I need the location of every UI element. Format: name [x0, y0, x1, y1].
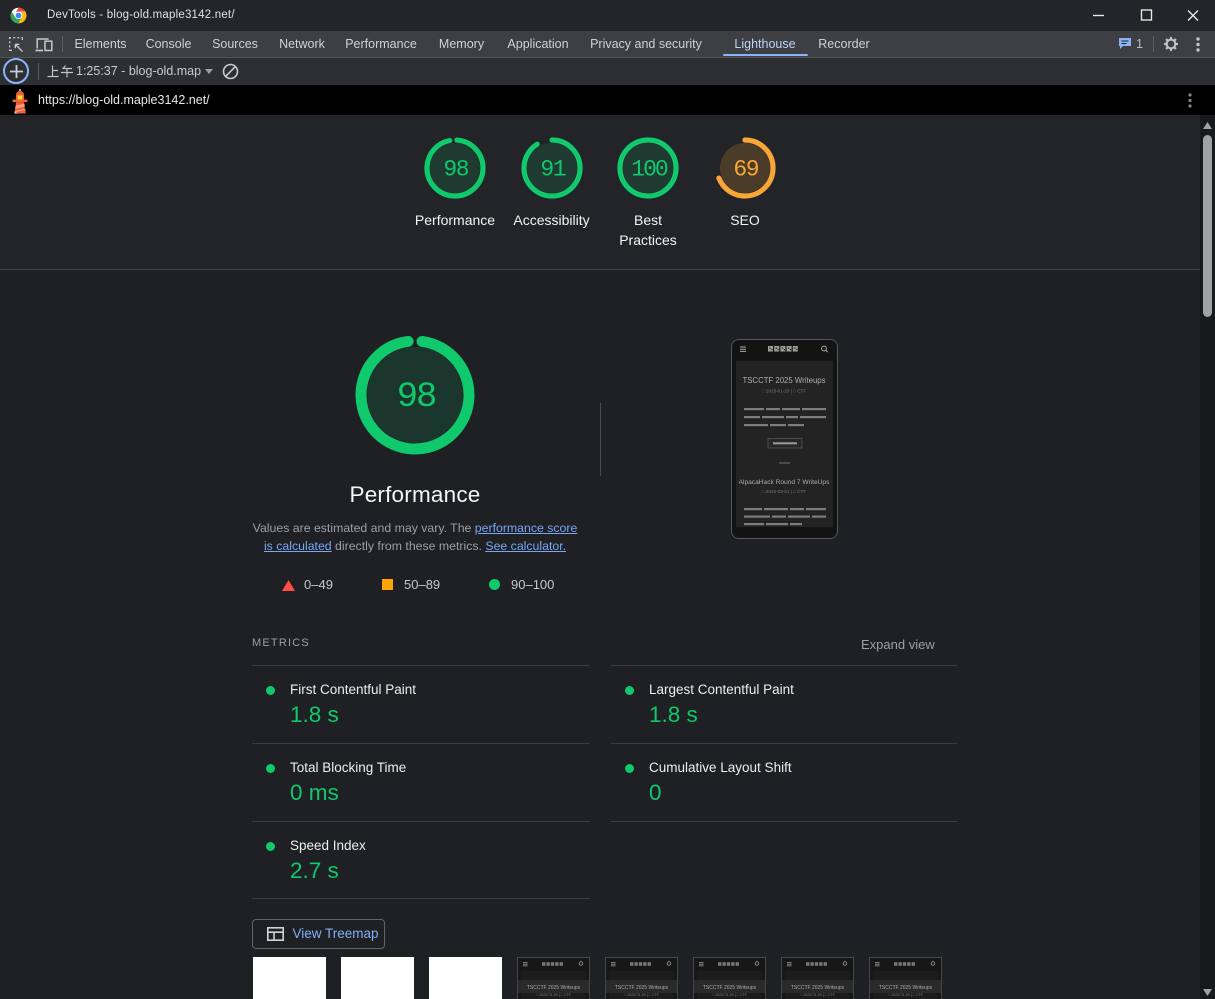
svg-text:□ 2025-01-20 | □ CTF: □ 2025-01-20 | □ CTF: [762, 389, 806, 394]
svg-text:TSCCTF 2025 Writeups: TSCCTF 2025 Writeups: [703, 985, 757, 991]
svg-text:100: 100: [631, 156, 668, 182]
svg-text:98: 98: [397, 376, 436, 417]
svg-text:□ 2025-02-01 | □ CTF: □ 2025-02-01 | □ CTF: [762, 489, 806, 494]
svg-text:TSCCTF 2025 Writeups: TSCCTF 2025 Writeups: [742, 376, 825, 385]
svg-text:TSCCTF 2025 Writeups: TSCCTF 2025 Writeups: [879, 985, 933, 991]
svg-text:□ 2025-01-20 | □ CTF: □ 2025-01-20 | □ CTF: [536, 993, 571, 997]
svg-text:□ 2025-01-20 | □ CTF: □ 2025-01-20 | □ CTF: [800, 993, 835, 997]
svg-text:□ 2025-01-20 | □ CTF: □ 2025-01-20 | □ CTF: [712, 993, 747, 997]
svg-text:AlpacaHack Round 7 WriteUps: AlpacaHack Round 7 WriteUps: [739, 479, 830, 486]
svg-text:98: 98: [443, 156, 468, 182]
svg-text:TSCCTF 2025 Writeups: TSCCTF 2025 Writeups: [791, 985, 845, 991]
svg-text:91: 91: [540, 156, 565, 182]
svg-text:69: 69: [733, 156, 758, 182]
svg-text:□ 2025-01-20 | □ CTF: □ 2025-01-20 | □ CTF: [888, 993, 923, 997]
svg-text:TSCCTF 2025 Writeups: TSCCTF 2025 Writeups: [615, 985, 669, 991]
svg-text:□ 2025-01-20 | □ CTF: □ 2025-01-20 | □ CTF: [624, 993, 659, 997]
svg-text:TSCCTF 2025 Writeups: TSCCTF 2025 Writeups: [527, 985, 581, 991]
